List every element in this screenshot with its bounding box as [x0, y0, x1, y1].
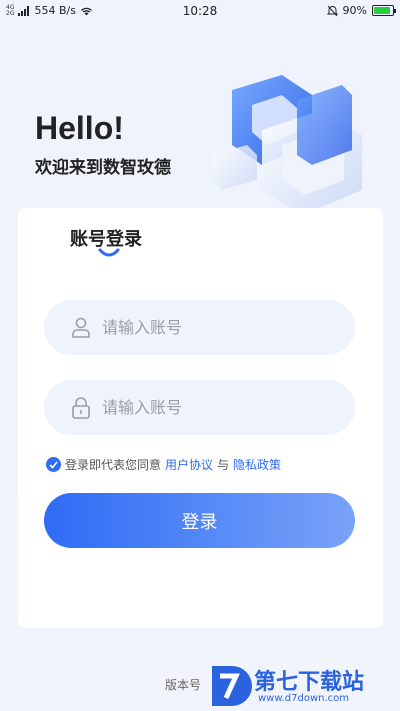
agreement-checkbox[interactable]: [46, 457, 61, 472]
battery-percent: 90%: [342, 4, 367, 17]
user-icon: [70, 317, 92, 339]
watermark-url: www.d7down.com: [258, 693, 350, 704]
cube-illustration: [212, 75, 362, 215]
account-input[interactable]: [102, 318, 322, 337]
bell-muted-icon: [326, 5, 338, 16]
check-icon: [49, 460, 58, 469]
status-right: 90%: [326, 4, 396, 17]
battery-icon: [372, 5, 396, 16]
agreement-row: 登录即代表您同意 用户协议 与 隐私政策: [46, 456, 281, 473]
user-agreement-link[interactable]: 用户协议: [165, 456, 213, 473]
login-card: 账号登录 登录即代表您同意 用户协议 与: [18, 208, 383, 628]
watermark-brand: 第七下载站: [254, 670, 365, 695]
version-label: 版本号: [165, 678, 202, 692]
watermark-logo: 第七下载站 www.d7down.com: [208, 660, 398, 710]
status-bar: 4G 2G 554 B/s 10:28 90%: [0, 0, 400, 24]
welcome-subtitle: 欢迎来到数智玫德: [35, 158, 171, 178]
lock-icon: [70, 396, 92, 419]
agreement-text: 登录即代表您同意: [65, 458, 162, 472]
tab-indicator: [98, 248, 120, 257]
login-button[interactable]: 登录: [44, 493, 355, 548]
agreement-and: 与: [217, 458, 230, 472]
account-field[interactable]: [44, 300, 355, 355]
password-field[interactable]: [44, 380, 355, 435]
privacy-policy-link[interactable]: 隐私政策: [233, 456, 281, 473]
d7-logo-icon: [212, 666, 252, 706]
password-input[interactable]: [102, 398, 322, 417]
greeting-title: Hello!: [35, 110, 124, 146]
